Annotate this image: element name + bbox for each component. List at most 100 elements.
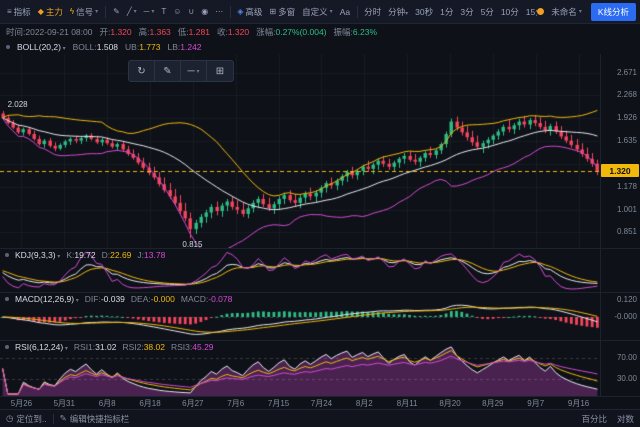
lightning-icon: ϟ: [70, 8, 74, 16]
rsi-field-RSI3: RSI3:45.29: [171, 342, 214, 352]
draw-tool-horizontal-line-tool[interactable]: ─▾: [141, 6, 158, 18]
field-value: 1.773: [139, 42, 160, 52]
macd-field-MACD: MACD:-0.078: [181, 294, 233, 304]
low-price-label: 0.815: [182, 240, 202, 249]
horizontal-line-tool-icon: ─: [144, 8, 150, 16]
field-value: 1.508: [97, 42, 118, 52]
scale-log-button[interactable]: 对数: [617, 413, 634, 425]
ohlc-info-row: 时间:2022-09-21 08:00开:1.320高:1.363低:1.281…: [0, 24, 640, 39]
draw-tool-magnet-tool[interactable]: ∪: [185, 6, 197, 18]
chevron-down-icon: ▾: [579, 8, 582, 15]
ohlc-field-高: 高:1.363: [139, 26, 171, 38]
toolbar-right-group: 未命名▾ K线分析: [537, 3, 636, 21]
history-button[interactable]: ↻: [129, 61, 155, 81]
field-value: 1.320: [228, 27, 249, 37]
rsi-axis[interactable]: 70.0030.00: [600, 341, 640, 396]
timeframe-15分[interactable]: 15分: [523, 4, 538, 20]
boll-info-row: BOLL(20,2) ▾BOLL:1.508UB:1.773LB:1.242: [0, 39, 640, 54]
custom-label: 自定义: [302, 6, 328, 18]
kdj-name-button[interactable]: KDJ(9,3,3) ▾: [15, 250, 60, 260]
current-price-tag: 1.320: [601, 164, 639, 177]
kdj-field-K: K:19.72: [66, 250, 95, 260]
layout-name: 未命名: [551, 6, 577, 18]
date-label: 7月6: [227, 398, 244, 409]
grid-layout-button[interactable]: ⊞: [207, 61, 233, 81]
grid-layout-icon: ⊞: [216, 66, 224, 77]
time-axis[interactable]: 5月265月316月86月186月277月67月157月248月28月118月2…: [0, 396, 640, 409]
timeframe-5分[interactable]: 5分: [478, 4, 497, 20]
field-label: 振幅:: [334, 27, 353, 37]
draw-tool-visibility-tool[interactable]: ◉: [198, 6, 211, 18]
boll-name-button[interactable]: BOLL(20,2) ▾: [17, 42, 66, 52]
macd-axis[interactable]: 0.120-0.000: [600, 293, 640, 340]
multi-window-button[interactable]: ⊞多窗: [266, 4, 298, 20]
advanced-icon: ◈: [237, 8, 243, 16]
price-axis-label: 1.635: [617, 136, 637, 145]
advanced-button[interactable]: ◈高级: [234, 4, 265, 20]
brush-tool-icon: ✎: [113, 8, 120, 16]
date-label: 5月26: [11, 398, 32, 409]
timeframe-分时[interactable]: 分时: [361, 4, 384, 20]
diamond-icon: ◆: [38, 8, 44, 16]
line-style-button[interactable]: ─▾: [181, 61, 207, 81]
layout-name-button[interactable]: 未命名▾: [548, 4, 585, 20]
magnet-tool-icon: ∪: [188, 8, 194, 16]
macd-field-DIF: DIF:-0.039: [85, 294, 125, 304]
field-label: 开:: [99, 27, 110, 37]
rsi-header: RSI(6,12,24) ▾RSI1:31.02RSI2:38.02RSI3:4…: [5, 342, 214, 352]
date-label: 8月20: [439, 398, 460, 409]
goto-date-button[interactable]: ◷ 定位到..: [6, 413, 47, 425]
date-label: 6月18: [139, 398, 160, 409]
chevron-down-icon: ▾: [56, 254, 61, 260]
field-value: 1.242: [180, 42, 201, 52]
candlestick-chart[interactable]: [0, 54, 600, 248]
indicators-button[interactable]: ≡指标: [4, 4, 34, 20]
indicator-dot-icon: [6, 45, 10, 49]
brush-button[interactable]: ✎: [155, 61, 181, 81]
draw-tool-brush-tool[interactable]: ✎: [110, 6, 123, 18]
ohlc-field-收: 收:1.320: [217, 26, 249, 38]
chevron-down-icon: ▾: [63, 346, 68, 352]
price-axis-label: 1.178: [617, 182, 637, 191]
kline-analysis-button[interactable]: K线分析: [591, 3, 636, 21]
timeframe-3分[interactable]: 3分: [457, 4, 476, 20]
scale-percent-button[interactable]: 百分比: [581, 413, 607, 425]
draw-tool-trendline-tool[interactable]: ╱▾: [124, 6, 140, 18]
price-axis[interactable]: 1.320 2.6712.2681.9261.6351.1781.0010.85…: [600, 54, 640, 248]
macd-name-button[interactable]: MACD(12,26,9) ▾: [15, 294, 79, 304]
field-label: BOLL:: [73, 42, 97, 52]
history-icon: ↻: [137, 66, 145, 77]
visibility-tool-icon: ◉: [201, 8, 208, 16]
timeframe-30秒[interactable]: 30秒: [412, 4, 436, 20]
draw-tool-text-tool[interactable]: T: [158, 6, 169, 18]
edit-shortcut-indicators-button[interactable]: ✎ 编辑快捷指标栏: [60, 413, 130, 425]
edit-shortcut-label: 编辑快捷指标栏: [70, 413, 130, 425]
field-value: 1.363: [150, 27, 171, 37]
signal-label: 信号: [76, 6, 93, 18]
timeframe-分钟[interactable]: 分钟▾: [385, 4, 411, 20]
macd-field-DEA: DEA:-0.000: [131, 294, 175, 304]
edit-icon: ✎: [60, 413, 67, 424]
signal-button[interactable]: ϟ信号▾: [67, 4, 101, 20]
field-label: RSI3:: [171, 342, 192, 352]
main-force-button[interactable]: ◆主力: [35, 4, 66, 20]
kdj-axis[interactable]: [600, 249, 640, 292]
high-price-label: 2.028: [8, 100, 28, 109]
timeframe-10分[interactable]: 10分: [498, 4, 522, 20]
rsi-axis-upper-label: 70.00: [617, 353, 637, 362]
chevron-down-icon: ▾: [151, 8, 154, 15]
timeframe-label: 15分: [526, 7, 538, 17]
indicators-label: 指标: [14, 6, 31, 18]
price-axis-label: 2.268: [617, 90, 637, 99]
field-label: RSI1:: [74, 342, 95, 352]
timeframe-1分[interactable]: 1分: [437, 4, 456, 20]
macd-axis-zero-label: -0.000: [614, 312, 637, 321]
draw-tool-more-tools[interactable]: ⋯: [212, 6, 226, 18]
custom-button[interactable]: 自定义▾: [299, 4, 336, 20]
field-value: 45.29: [192, 342, 213, 352]
rsi-name-button[interactable]: RSI(6,12,24) ▾: [15, 342, 68, 352]
chevron-down-icon: ▾: [330, 8, 333, 15]
date-label: 8月2: [356, 398, 373, 409]
font-size-button[interactable]: Aa: [337, 5, 353, 19]
draw-tool-emoji-tool[interactable]: ☺: [170, 6, 184, 18]
